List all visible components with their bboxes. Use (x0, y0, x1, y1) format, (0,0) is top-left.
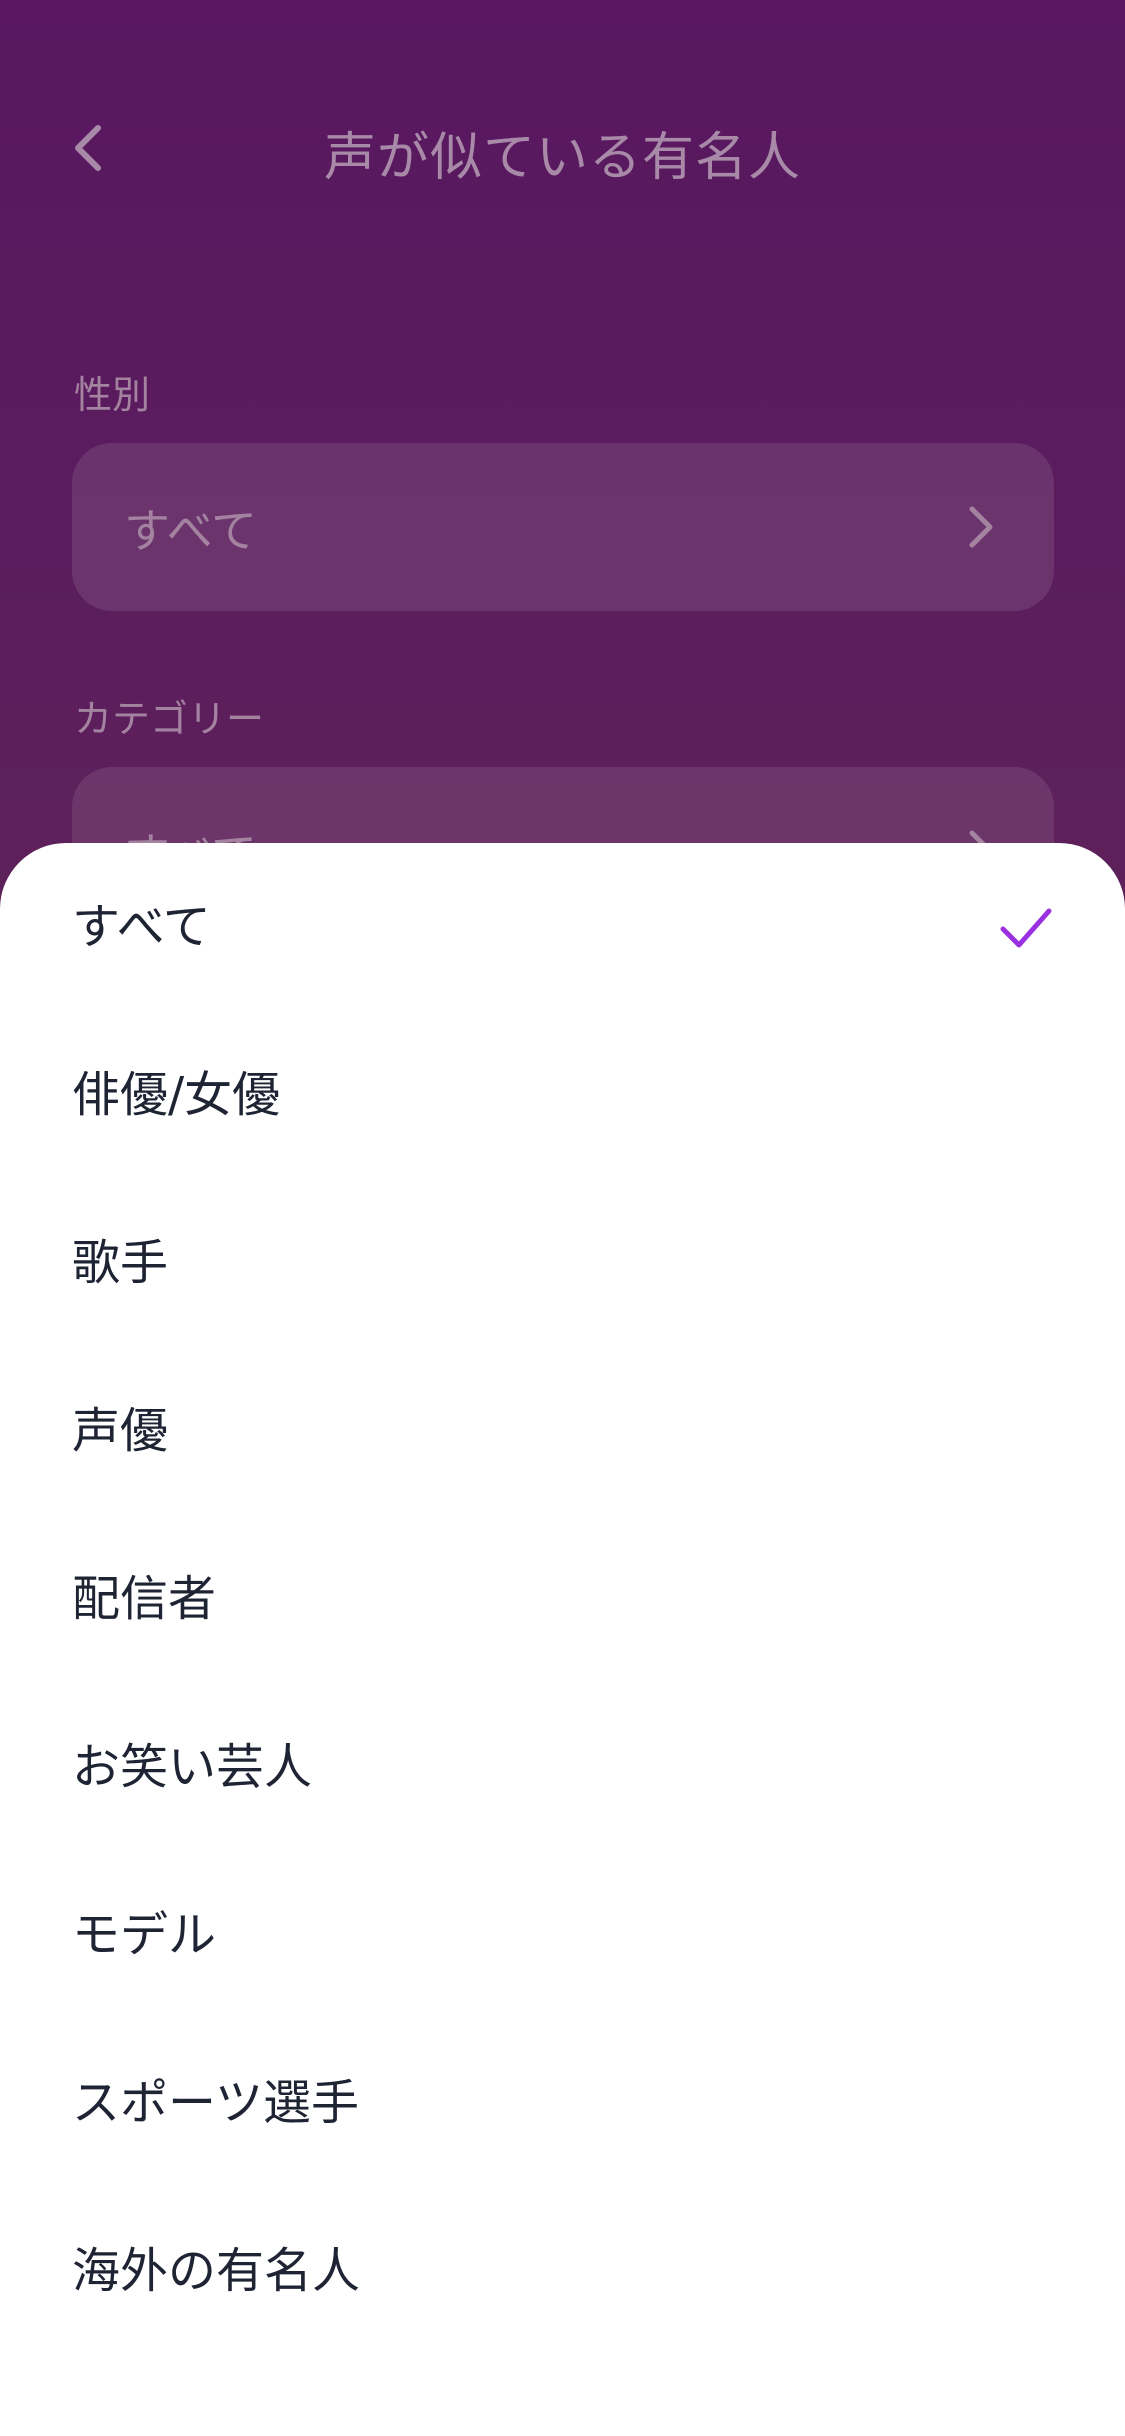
option-label: お笑い芸人 (72, 1739, 313, 1795)
category-option-model[interactable]: モデル (0, 1851, 1125, 2019)
category-option-overseas-celebrity[interactable]: 海外の有名人 (0, 2187, 1125, 2355)
option-label: 俳優/女優 (72, 1067, 281, 1123)
category-option-athlete[interactable]: スポーツ選手 (0, 2019, 1125, 2187)
category-option-comedian[interactable]: お笑い芸人 (0, 1683, 1125, 1851)
option-label: モデル (72, 1907, 217, 1963)
category-option-all[interactable]: すべて (0, 843, 1125, 1011)
option-label: 歌手 (72, 1235, 169, 1291)
category-option-singer[interactable]: 歌手 (0, 1179, 1125, 1347)
category-option-streamer[interactable]: 配信者 (0, 1515, 1125, 1683)
category-option-voice-actor[interactable]: 声優 (0, 1347, 1125, 1515)
category-bottom-sheet: すべて 俳優/女優 歌手 声優 配信者 お笑い芸人 モデル スポーツ選手 海外の… (0, 843, 1125, 2436)
screen: 声が似ている有名人 性別 すべて カテゴリー すべて すべて 俳優/女優 (0, 0, 1125, 2436)
option-label: 配信者 (72, 1571, 217, 1627)
option-label: スポーツ選手 (72, 2075, 360, 2131)
option-label: すべて (72, 899, 211, 955)
category-option-actor[interactable]: 俳優/女優 (0, 1011, 1125, 1179)
option-label: 声優 (72, 1403, 169, 1459)
checkmark-icon (1000, 908, 1052, 948)
option-label: 海外の有名人 (72, 2243, 361, 2299)
